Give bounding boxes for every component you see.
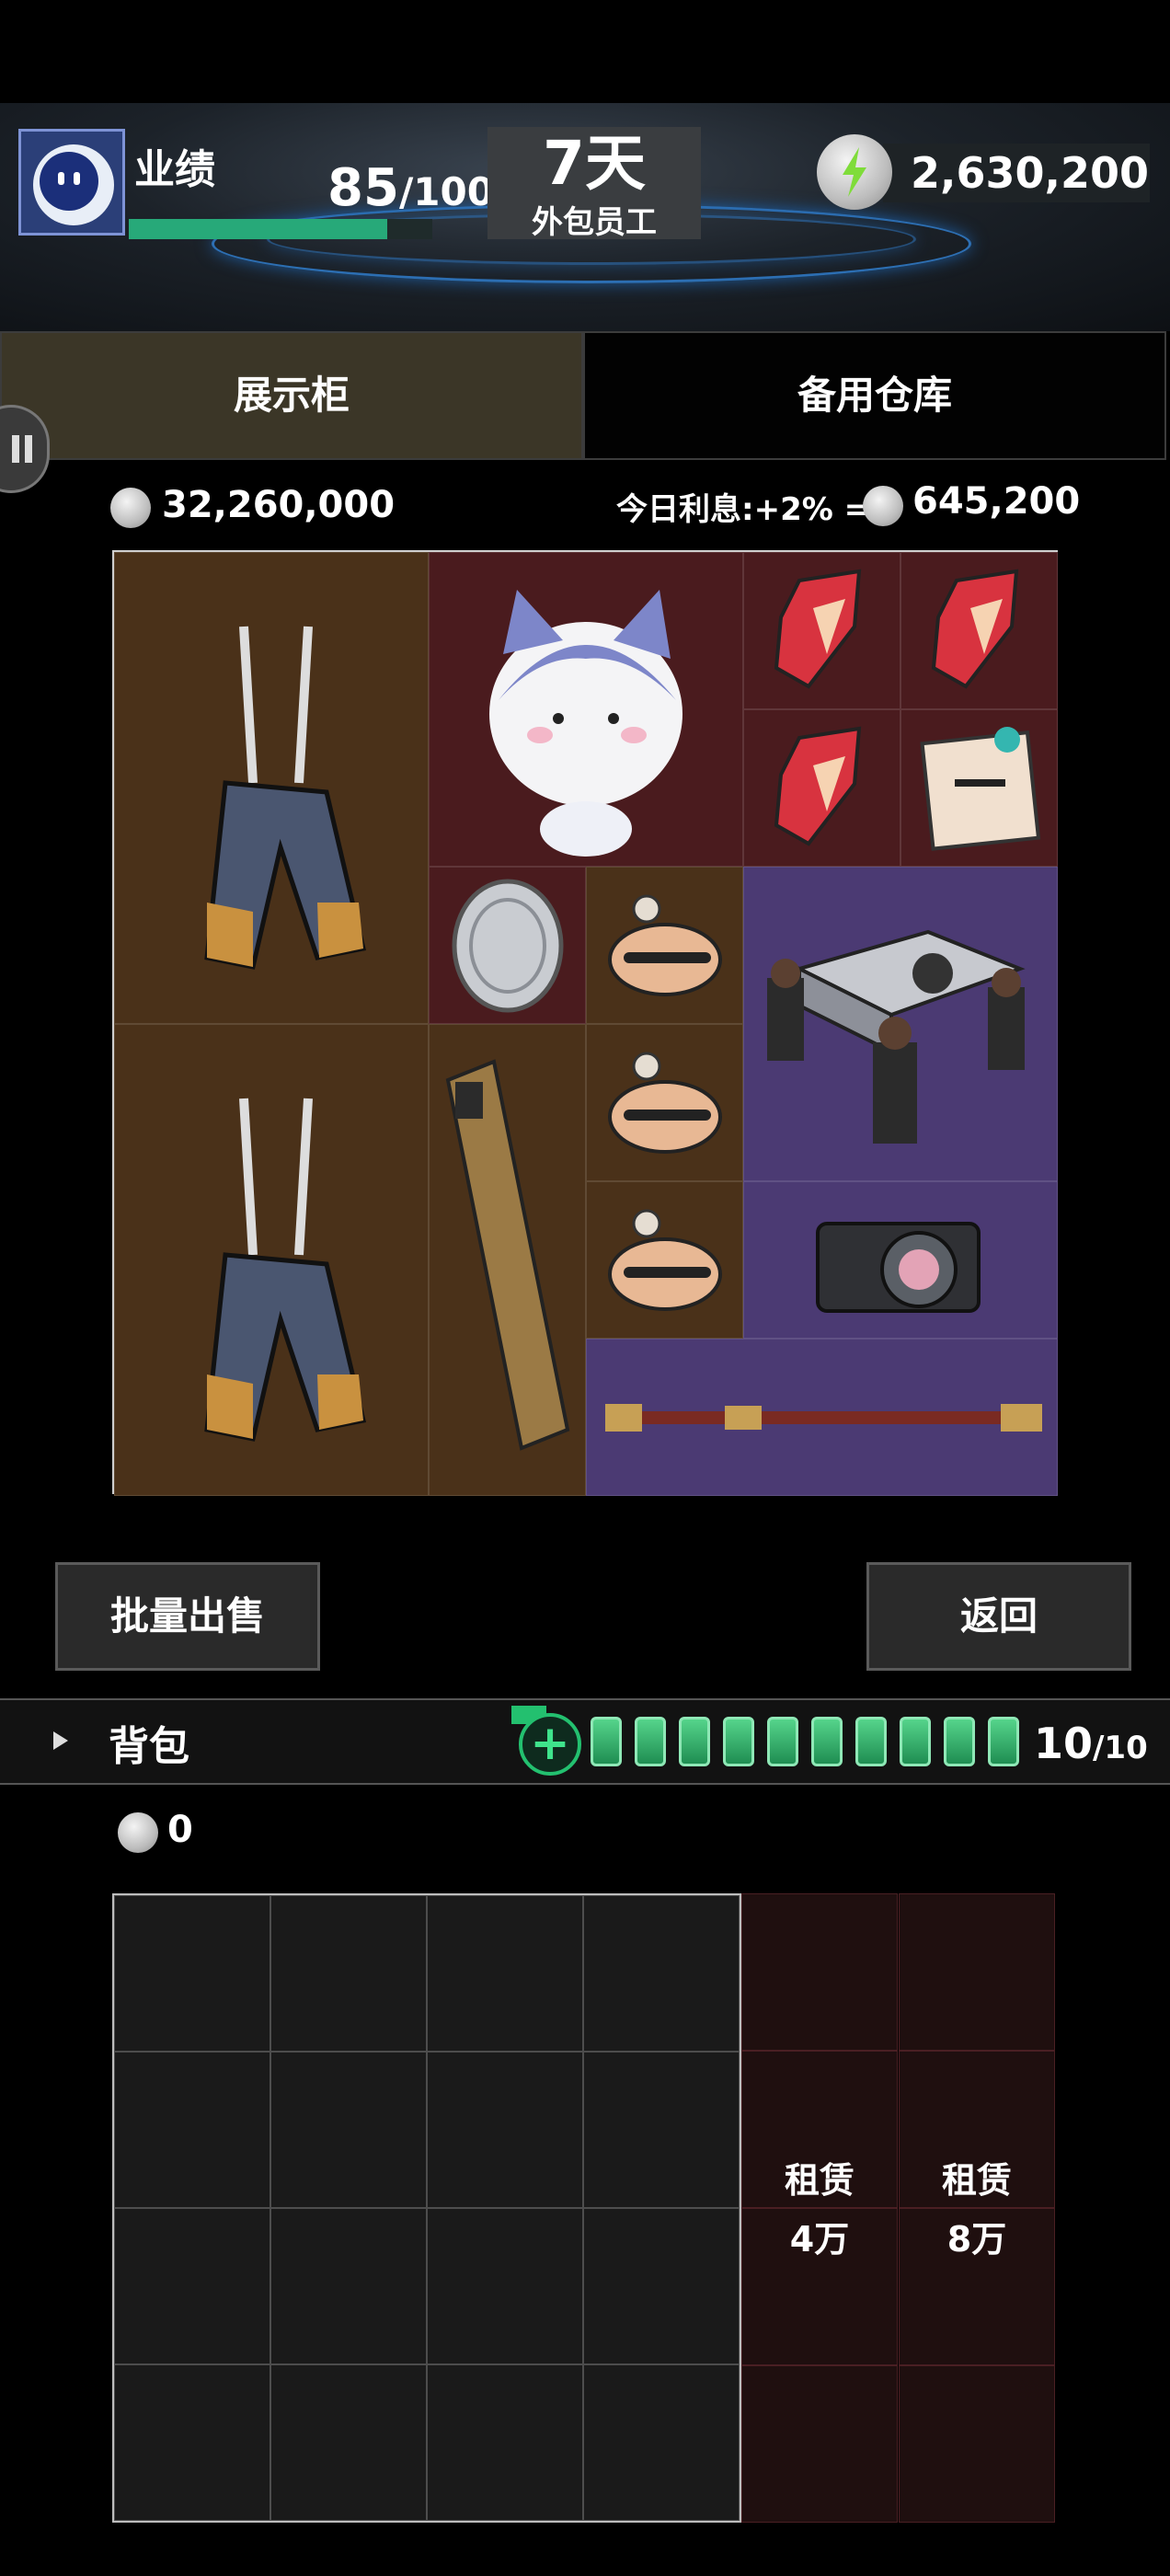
backpack-slot[interactable]: [427, 2364, 583, 2521]
battery-icon: [723, 1717, 754, 1766]
coin-icon: [118, 1812, 158, 1853]
item-slot[interactable]: [114, 552, 429, 1024]
battery-icon: [988, 1717, 1019, 1766]
backpack-slot[interactable]: [114, 2208, 270, 2364]
gold-phone-icon: [445, 1059, 570, 1451]
camera-icon: [816, 1222, 981, 1313]
bun-with-clip-icon: [608, 1052, 722, 1154]
contract-days: 7天: [543, 128, 646, 199]
backpack-slot[interactable]: [114, 2052, 270, 2208]
overalls-icon: [204, 626, 367, 970]
tab-display-cabinet[interactable]: 展示柜: [0, 331, 583, 460]
item-slot[interactable]: [743, 709, 900, 867]
item-slot[interactable]: [586, 867, 743, 1024]
backpack-slot[interactable]: [583, 2364, 740, 2521]
energy-coin-icon: [817, 134, 892, 210]
rent-slot-column[interactable]: 租赁 4万: [741, 1893, 898, 2523]
backpack-slot[interactable]: [427, 1895, 583, 2052]
backpack-slot[interactable]: [270, 2364, 427, 2521]
item-slot[interactable]: [900, 709, 1058, 867]
cat-mascot-icon: [489, 590, 682, 857]
add-capacity-button[interactable]: +: [519, 1713, 581, 1776]
item-slot[interactable]: [586, 1339, 1058, 1496]
item-slot[interactable]: [900, 552, 1058, 709]
item-slot[interactable]: [743, 1181, 1058, 1339]
interest-value: 645,200: [912, 480, 1081, 523]
item-slot[interactable]: [586, 1181, 743, 1339]
red-crystal-icon: [774, 726, 862, 846]
congratulations-card-icon: [920, 727, 1041, 851]
player-avatar[interactable]: [18, 129, 125, 236]
rent-slot-label: 租赁 4万: [784, 2160, 855, 2260]
backpack-slot[interactable]: [583, 2052, 740, 2208]
expand-triangle-icon[interactable]: [53, 1731, 68, 1750]
display-cabinet-grid: [112, 550, 1058, 1496]
rent-slot-column[interactable]: 租赁 8万: [899, 1893, 1055, 2523]
item-slot[interactable]: [114, 1024, 429, 1496]
item-slot[interactable]: [743, 867, 1058, 1181]
backpack-slot[interactable]: [114, 1895, 270, 2052]
back-button[interactable]: 返回: [866, 1562, 1131, 1671]
item-slot[interactable]: [429, 867, 586, 1024]
backpack-title: 背包: [109, 1723, 189, 1770]
item-slot[interactable]: [429, 1024, 586, 1496]
backpack-slot[interactable]: [270, 2052, 427, 2208]
robot-face-icon: [33, 144, 114, 225]
backpack-slot[interactable]: [583, 2208, 740, 2364]
coin-icon: [863, 486, 903, 526]
performance-label: 业绩: [134, 146, 215, 193]
backpack-grid: [112, 1893, 741, 2523]
silver-coin-icon: [452, 879, 564, 1013]
bun-with-clip-icon: [608, 1209, 722, 1311]
item-slot[interactable]: [743, 552, 900, 709]
bulk-sell-button[interactable]: 批量出售: [55, 1562, 320, 1671]
currency-amount: 2,630,200: [911, 148, 1149, 198]
battery-icon: [767, 1717, 798, 1766]
item-slot[interactable]: [586, 1024, 743, 1181]
performance-value: 85/100: [327, 158, 494, 218]
coffin-dance-speaker-icon: [767, 929, 1026, 1144]
backpack-capacity: 10/10: [1034, 1719, 1148, 1768]
battery-icon: [944, 1717, 975, 1766]
backpack-value: 0: [167, 1809, 193, 1851]
coin-icon: [110, 488, 151, 528]
backpack-slot[interactable]: [270, 2208, 427, 2364]
battery-icon: [900, 1717, 931, 1766]
backpack-slot[interactable]: [114, 2364, 270, 2521]
backpack-slot[interactable]: [583, 1895, 740, 2052]
battery-icon: [591, 1717, 622, 1766]
battery-icon: [855, 1717, 887, 1766]
backpack-slot[interactable]: [270, 1895, 427, 2052]
vault-amount: 32,260,000: [162, 484, 396, 526]
red-crystal-icon: [931, 569, 1019, 689]
backpack-slot[interactable]: [427, 2208, 583, 2364]
tab-backup-warehouse[interactable]: 备用仓库: [583, 331, 1166, 460]
interest-label: 今日利息:+2% =: [616, 491, 871, 528]
backpack-slot[interactable]: [427, 2052, 583, 2208]
red-crystal-icon: [774, 569, 862, 689]
ornate-staff-icon: [605, 1404, 1042, 1432]
performance-bar-fill: [129, 219, 387, 239]
battery-icon: [635, 1717, 666, 1766]
contract-role: 外包员工: [532, 204, 657, 241]
overalls-icon: [204, 1098, 367, 1442]
rent-slot-label: 租赁 8万: [941, 2160, 1012, 2260]
item-slot[interactable]: [429, 552, 743, 867]
battery-icon: [679, 1717, 710, 1766]
battery-icon: [811, 1717, 843, 1766]
bun-with-clip-icon: [608, 894, 722, 996]
